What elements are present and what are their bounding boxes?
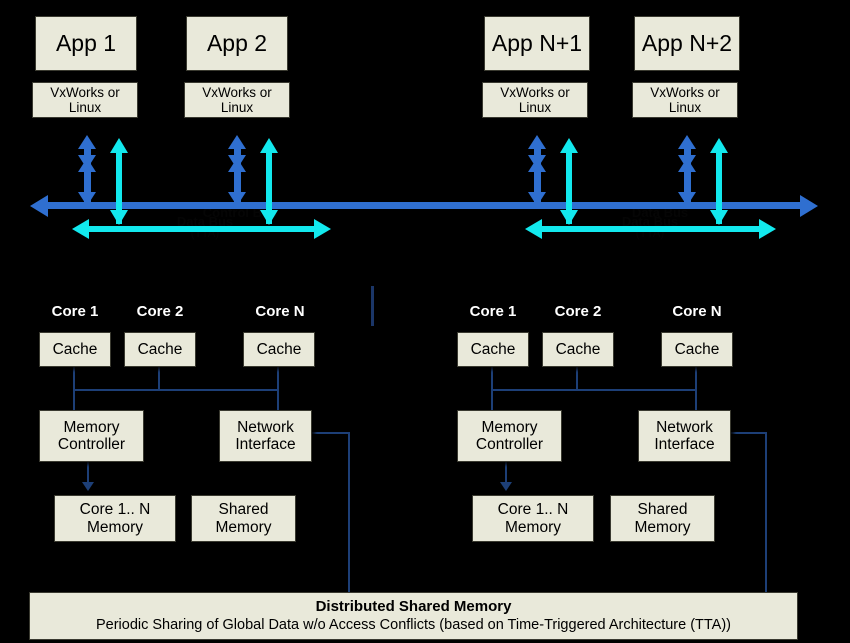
os2-data-arrow-up (260, 138, 278, 153)
os1-data-arrow-down (110, 210, 128, 225)
left-netif-line-1: Network (237, 418, 294, 436)
os-box-1: VxWorks or Linux (32, 82, 138, 118)
right-shared-memory-line-1: Shared (637, 501, 688, 519)
right-coherence-bus (491, 389, 697, 391)
left-cache-label-1: Cache (52, 340, 98, 358)
left-cache-box-2: Cache (124, 332, 196, 367)
os3-data-arrow-down (560, 210, 578, 225)
app-box-1: App 1 (35, 16, 137, 71)
right-cache1-drop (491, 367, 493, 390)
right-cache-label-2: Cache (555, 340, 601, 358)
app-label-3: App N+1 (491, 29, 583, 56)
right-cache-box-3: Cache (661, 332, 733, 367)
right-core-label-3: Core N (672, 303, 722, 320)
left-core-memory: Core 1.. N Memory (54, 495, 176, 542)
right-core-memory: Core 1.. N Memory (472, 495, 594, 542)
left-cache-box-3: Cache (243, 332, 315, 367)
right-netif-dsm-wire (765, 432, 767, 592)
right-shared-memory: Shared Memory (610, 495, 715, 542)
os-label-1: VxWorks or Linux (50, 84, 120, 115)
os-box-2: VxWorks or Linux (184, 82, 290, 118)
app-label-4: App N+2 (641, 29, 733, 56)
dsm-subtitle: Periodic Sharing of Global Data w/o Acce… (95, 617, 732, 634)
left-cache-box-1: Cache (39, 332, 111, 367)
control-bus-left-arrowhead (30, 195, 48, 217)
left-memctrl-line-2: Controller (57, 436, 126, 453)
right-core-label-2: Core 2 (554, 303, 602, 320)
left-shared-memory-line-2: Memory (215, 518, 272, 536)
right-core-memory-line-2: Memory (505, 518, 561, 536)
app-label-2: App 2 (206, 29, 268, 56)
os3-data-arrow-up (560, 138, 578, 153)
os-box-3: VxWorks or Linux (482, 82, 588, 118)
left-cache2-drop (158, 367, 160, 390)
os-label-4: VxWorks or Linux (650, 84, 720, 115)
left-netif-dsm-wire (348, 432, 350, 592)
data-bus-line-2 (541, 226, 761, 232)
app-label-1: App 1 (55, 29, 117, 56)
left-core-label-1: Core 1 (51, 303, 99, 320)
data-bus-right-arrowhead-2 (759, 219, 776, 239)
right-cache-label-1: Cache (470, 340, 516, 358)
left-memctrl-to-memory-wire (87, 462, 89, 484)
app-box-4: App N+2 (634, 16, 740, 71)
right-netif-line-1: Network (656, 418, 713, 436)
left-memory-controller: Memory Controller (39, 410, 144, 462)
right-cache-label-3: Cache (674, 340, 720, 358)
os4-data-arrow-up (710, 138, 728, 153)
right-cache-box-1: Cache (457, 332, 529, 367)
app-box-2: App 2 (186, 16, 288, 71)
os-label-2: VxWorks or Linux (202, 84, 272, 115)
left-shared-memory-line-1: Shared (218, 501, 269, 519)
right-cache-box-2: Cache (542, 332, 614, 367)
left-coherence-bus (73, 389, 279, 391)
right-core-label-1: Core 1 (469, 303, 517, 320)
right-netif-line-2: Interface (654, 436, 715, 453)
diagram-canvas: App 1 App 2 App N+1 App N+2 VxWorks or L… (0, 0, 850, 643)
left-memctrl-line-1: Memory (63, 418, 120, 436)
data-bus-left-arrowhead-2 (525, 219, 542, 239)
left-network-interface: Network Interface (219, 410, 312, 462)
left-core-memory-line-2: Memory (87, 518, 143, 536)
left-netif-line-2: Interface (235, 436, 296, 453)
distributed-shared-memory-banner: Distributed Shared Memory Periodic Shari… (29, 592, 798, 640)
os-box-4: VxWorks or Linux (632, 82, 738, 118)
left-cache-label-2: Cache (137, 340, 183, 358)
os3-control-arrow-down (528, 192, 546, 206)
data-bus-line-1 (88, 226, 316, 232)
left-cache1-drop (73, 367, 75, 390)
right-memctrl-to-memory-wire (505, 462, 507, 484)
data-bus-right-arrowhead-1 (314, 219, 331, 239)
right-cache3-drop (695, 367, 697, 390)
right-core-memory-line-1: Core 1.. N (497, 501, 569, 519)
left-cache3-drop (277, 367, 279, 390)
right-memctrl-line-2: Controller (475, 436, 544, 453)
right-network-interface: Network Interface (638, 410, 731, 462)
left-core-label-3: Core N (255, 303, 305, 320)
os2-control-arrow-down (228, 192, 246, 206)
control-bus-right-arrowhead (800, 195, 818, 217)
os1-data-arrow-up (110, 138, 128, 153)
app-box-3: App N+1 (484, 16, 590, 71)
cluster-divider (371, 286, 374, 326)
right-shared-memory-line-2: Memory (634, 518, 691, 536)
left-shared-memory: Shared Memory (191, 495, 296, 542)
os1-control-arrow-down (78, 192, 96, 206)
left-core-label-2: Core 2 (136, 303, 184, 320)
os-label-3: VxWorks or Linux (500, 84, 570, 115)
os2-data-arrow-down (260, 210, 278, 225)
os4-control-arrow-down (678, 192, 696, 206)
os4-data-arrow-down (710, 210, 728, 225)
data-bus-left-arrowhead-1 (72, 219, 89, 239)
left-netif-out-wire (312, 432, 350, 434)
right-cache2-drop (576, 367, 578, 390)
right-netif-out-wire (731, 432, 767, 434)
right-memctrl-line-1: Memory (481, 418, 538, 436)
dsm-title: Distributed Shared Memory (315, 597, 512, 615)
left-cache-label-3: Cache (256, 340, 302, 358)
right-memory-controller: Memory Controller (457, 410, 562, 462)
left-core-memory-line-1: Core 1.. N (79, 501, 151, 519)
